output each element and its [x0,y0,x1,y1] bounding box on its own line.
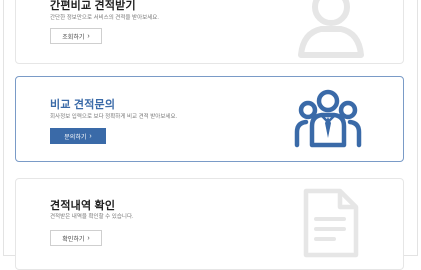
card-title: 간편비교 견적받기 [50,0,136,12]
chevron-right-icon: › [87,234,90,242]
person-icon [298,0,364,58]
inquiry-button[interactable]: 문의하기 › [50,128,106,144]
document-icon [303,188,359,258]
compare-inquiry-card: 비교 견적문의 회사정보 입력으로 보다 정확하게 비교 견적 받아보세요. 문… [15,76,404,162]
chevron-right-icon: › [87,32,90,40]
card-title: 비교 견적문의 [50,99,116,111]
quick-estimate-card: 간편비교 견적받기 간단한 정보만으로 서비스의 견적을 받아보세요. 조회하기… [15,0,404,64]
card-description: 간단한 정보만으로 서비스의 견적을 받아보세요. [50,15,159,21]
button-label: 확인하기 [62,236,85,243]
card-description: 견적받은 내역을 확인할 수 있습니다. [50,214,134,220]
inquire-button[interactable]: 조회하기 › [50,28,102,44]
check-button[interactable]: 확인하기 › [50,230,102,246]
estimate-history-card: 견적내역 확인 견적받은 내역을 확인할 수 있습니다. 확인하기 › [15,178,404,270]
card-description: 회사정보 입력으로 보다 정확하게 비교 견적 받아보세요. [50,114,178,120]
button-label: 문의하기 [64,134,87,141]
chevron-right-icon: › [89,132,92,140]
business-group-icon [294,89,362,148]
card-title: 견적내역 확인 [50,200,116,212]
button-label: 조회하기 [62,34,85,41]
